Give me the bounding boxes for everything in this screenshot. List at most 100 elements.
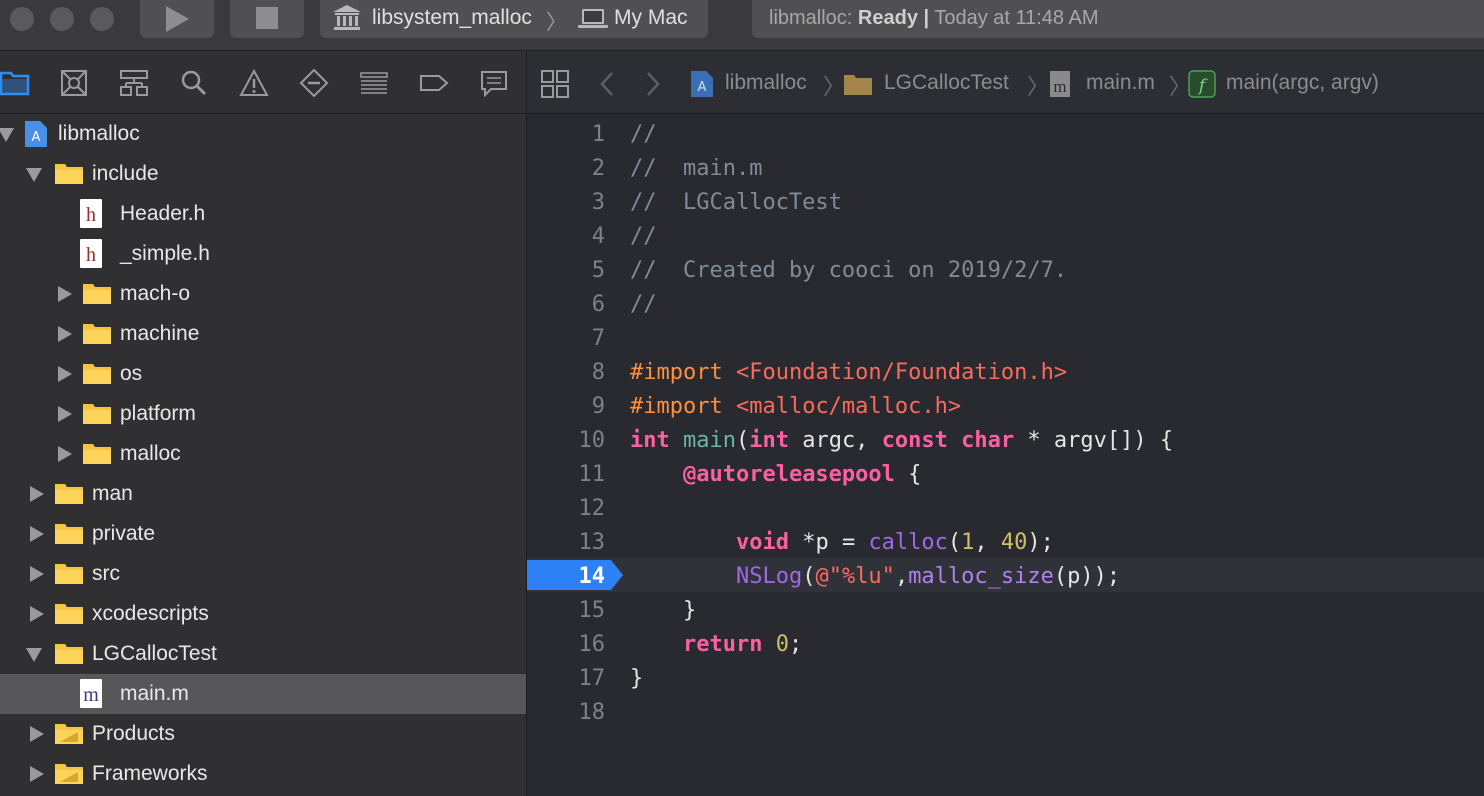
tree-row-os[interactable]: os (0, 354, 526, 394)
related-items-icon[interactable] (541, 70, 569, 98)
folder-icon (83, 404, 111, 424)
status-state: Ready (857, 7, 918, 29)
code-text: #import <Foundation/Foundation.h> (630, 360, 1068, 385)
code-line: 16 return 0; (527, 626, 1484, 660)
find-icon[interactable] (179, 69, 209, 97)
line-number[interactable]: 17 (527, 666, 606, 691)
project-navigator-icon[interactable] (0, 69, 30, 97)
tree-item-label: libmalloc (58, 122, 140, 145)
line-number[interactable]: 11 (527, 462, 606, 487)
tree-row-frameworks[interactable]: Frameworks (0, 754, 526, 794)
line-number[interactable]: 16 (527, 632, 606, 657)
disclosure-closed-icon[interactable] (58, 326, 72, 342)
tree-row-lgcalloctest[interactable]: LGCallocTest (0, 634, 526, 674)
scheme-chevron-icon: 〉 (546, 11, 567, 34)
symbol-navigator-icon[interactable] (119, 69, 149, 97)
code-line: 14 NSLog(@"%lu",malloc_size(p)); (527, 558, 1484, 592)
code-text: // (630, 224, 657, 249)
code-text: return 0; (682, 632, 803, 657)
run-button[interactable] (140, 0, 214, 38)
breakpoint-navigator-icon[interactable] (419, 69, 449, 97)
minimize-window-button[interactable] (50, 7, 74, 31)
navigator-selector-bar (0, 51, 526, 114)
line-number[interactable]: 10 (527, 428, 606, 453)
tree-item-label: Header.h (120, 202, 206, 225)
line-number[interactable]: 18 (527, 700, 606, 725)
tree-row-malloc[interactable]: malloc (0, 434, 526, 474)
status-separator: | (923, 7, 930, 29)
tree-row-private[interactable]: private (0, 514, 526, 554)
header-file-icon: h (80, 239, 102, 268)
line-number[interactable]: 6 (527, 292, 605, 317)
tree-row-xcodescripts[interactable]: xcodescripts (0, 594, 526, 634)
line-number[interactable]: 8 (527, 360, 605, 385)
stop-button[interactable] (230, 0, 304, 38)
tree-row-simple-h[interactable]: h _simple.h (0, 234, 526, 274)
toolbar: libsystem_malloc 〉 My Mac libmalloc: Rea… (0, 0, 1484, 51)
issue-navigator-icon[interactable] (239, 69, 269, 97)
tree-item-label: platform (120, 402, 196, 425)
disclosure-closed-icon[interactable] (58, 406, 72, 422)
tree-row-libmalloc[interactable]: Alibmalloc (0, 114, 526, 154)
scheme-selector[interactable]: libsystem_malloc 〉 My Mac (320, 0, 708, 38)
debug-navigator-icon[interactable] (359, 69, 389, 97)
tree-row-main-m[interactable]: m main.m (0, 674, 526, 714)
tree-row-include[interactable]: include (0, 154, 526, 194)
test-navigator-icon[interactable] (299, 69, 329, 97)
disclosure-closed-icon[interactable] (30, 566, 44, 582)
zoom-window-button[interactable] (90, 7, 114, 31)
jumpbar-file[interactable]: main.m (1086, 71, 1155, 95)
jumpbar-group[interactable]: LGCallocTest (884, 71, 1009, 95)
disclosure-closed-icon[interactable] (30, 526, 44, 542)
disclosure-closed-icon[interactable] (58, 366, 72, 382)
disclosure-closed-icon[interactable] (30, 486, 44, 502)
code-text: } (630, 666, 644, 691)
folder-icon (55, 484, 83, 504)
jumpbar-symbol[interactable]: main(argc, argv) (1226, 71, 1379, 95)
line-number[interactable]: 15 (527, 598, 606, 623)
line-number[interactable]: 4 (527, 224, 605, 249)
tree-item-label: mach-o (120, 282, 191, 305)
objc-file-icon: m (80, 679, 102, 708)
report-navigator-icon[interactable] (479, 69, 509, 97)
code-line: 2 // main.m (527, 150, 1484, 184)
source-control-icon[interactable] (59, 69, 89, 97)
jumpbar-project[interactable]: libmalloc (725, 71, 807, 95)
line-number[interactable]: 2 (527, 156, 605, 181)
line-number[interactable]: 7 (527, 326, 605, 351)
close-window-button[interactable] (10, 7, 34, 31)
tree-row-machine[interactable]: machine (0, 314, 526, 354)
line-number[interactable]: 9 (527, 394, 605, 419)
forward-icon[interactable] (645, 71, 661, 97)
disclosure-open-icon[interactable] (26, 168, 42, 182)
disclosure-closed-icon[interactable] (58, 446, 72, 462)
folder-icon (55, 524, 83, 544)
tree-row-platform[interactable]: platform (0, 394, 526, 434)
code-line: 3 // LGCallocTest (527, 184, 1484, 218)
disclosure-open-icon[interactable] (26, 648, 42, 662)
code-line: 7 (527, 320, 1484, 354)
tree-row-mach-o[interactable]: mach-o (0, 274, 526, 314)
disclosure-closed-icon[interactable] (30, 726, 44, 742)
code-area[interactable]: 1 // 2 // main.m 3 // LGCallocTest 4 // 5 // Crea… (527, 114, 1484, 796)
project-file-icon: A (691, 71, 713, 97)
disclosure-closed-icon[interactable] (30, 766, 44, 782)
line-number[interactable]: 12 (527, 496, 606, 521)
line-number[interactable]: 13 (527, 530, 606, 555)
line-number[interactable]: 5 (527, 258, 605, 283)
back-icon[interactable] (599, 71, 615, 97)
code-line: 11 @autoreleasepool { (527, 456, 1484, 490)
tree-row-header-h[interactable]: h Header.h (0, 194, 526, 234)
line-number[interactable]: 1 (527, 122, 605, 147)
disclosure-closed-icon[interactable] (30, 606, 44, 622)
disclosure-closed-icon[interactable] (58, 286, 72, 302)
disclosure-open-icon[interactable] (0, 128, 14, 142)
code-text: // main.m (630, 156, 763, 181)
tree-row-src[interactable]: src (0, 554, 526, 594)
line-number[interactable]: 14 (527, 564, 606, 589)
tree-row-man[interactable]: man (0, 474, 526, 514)
code-line: 17} (527, 660, 1484, 694)
line-number[interactable]: 3 (527, 190, 605, 215)
code-line: 10 int main(int argc, const char * argv[]… (527, 422, 1484, 456)
tree-row-products[interactable]: Products (0, 714, 526, 754)
